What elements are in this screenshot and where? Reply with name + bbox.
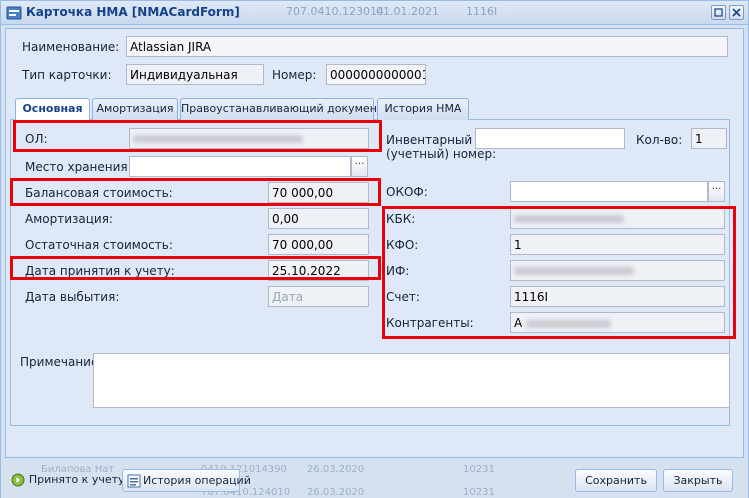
highlight-ol [13,120,382,152]
ghost-date-1: 26.03.2020 [307,464,365,475]
note-label: Примечание: [20,355,103,369]
window-title: Карточка НМА [NMACardForm] [26,5,240,19]
quantity-label: Кол-во: [636,133,683,147]
amortization-label: Амортизация: [25,212,113,226]
accepted-status-label: Принято к учету [28,473,125,486]
maximize-icon[interactable] [711,5,726,20]
tab-nma-history[interactable]: История НМА [377,98,469,120]
number-input[interactable]: 00000000000018 [326,64,426,85]
inventory-label-line1: Инвентарный [386,133,473,147]
save-button[interactable]: Сохранить [575,469,657,492]
card-type-field[interactable]: Индивидуальная [126,64,264,85]
accepted-status[interactable]: Принято к учету [11,472,125,490]
quantity-field[interactable]: 1 [691,128,727,149]
ghost-number-1: 10231 [463,464,495,475]
ghost-number-2: 10231 [463,487,495,498]
close-icon[interactable] [729,5,744,20]
tab-legal-document[interactable]: Правоустанавливающий документ [180,98,383,120]
okof-input[interactable] [510,181,708,202]
highlight-accept-date [10,256,381,280]
name-label: Наименование: [22,40,120,54]
bg-row-number: 1116I [466,5,498,18]
okof-label: ОКОФ: [386,185,428,199]
disposal-date-field[interactable]: Дата [268,286,369,307]
title-bar[interactable]: Карточка НМА [NMACardForm] 707.0410.1230… [1,1,748,25]
disposal-date-label: Дата выбытия: [25,290,120,304]
number-label: Номер: [272,68,317,82]
inventory-number-input[interactable] [475,128,625,149]
tab-strip: Основная Амортизация Правоустанавливающи… [10,98,730,121]
name-input[interactable]: Atlassian JIRA [126,36,728,57]
note-textarea[interactable] [93,353,730,408]
amortization-field[interactable]: 0,00 [268,208,369,229]
storage-lookup-button[interactable]: ··· [351,156,368,177]
ghost-date-2: 26.03.2020 [307,487,365,498]
close-button[interactable]: Закрыть [663,469,733,492]
operations-history-label: История операций [143,474,251,487]
highlight-balance [10,178,381,206]
okof-lookup-button[interactable]: ··· [708,181,725,202]
inventory-label-line2: (учетный) номер: [386,147,497,161]
accepted-status-icon [11,473,25,486]
storage-input[interactable] [129,156,351,177]
card-type-label: Тип карточки: [22,68,112,82]
operations-history-button[interactable]: История операций [122,469,251,492]
bg-row-code: 707.0410.123014 [286,5,384,18]
window-icon [6,6,22,20]
bottom-toolbar: Билапова Нат 0410.121014390 26.03.2020 1… [1,463,748,498]
nma-card-window: Карточка НМА [NMACardForm] 707.0410.1230… [0,0,749,498]
residual-cost-field[interactable]: 70 000,00 [268,234,369,255]
bg-row-date: 01.01.2021 [376,5,439,18]
history-list-icon [127,474,141,488]
storage-label: Место хранения: [25,160,132,174]
tab-main[interactable]: Основная [15,98,90,121]
residual-cost-label: Остаточная стоимость: [25,238,173,252]
highlight-right-block [382,206,736,339]
tab-amortization[interactable]: Амортизация [92,98,178,120]
